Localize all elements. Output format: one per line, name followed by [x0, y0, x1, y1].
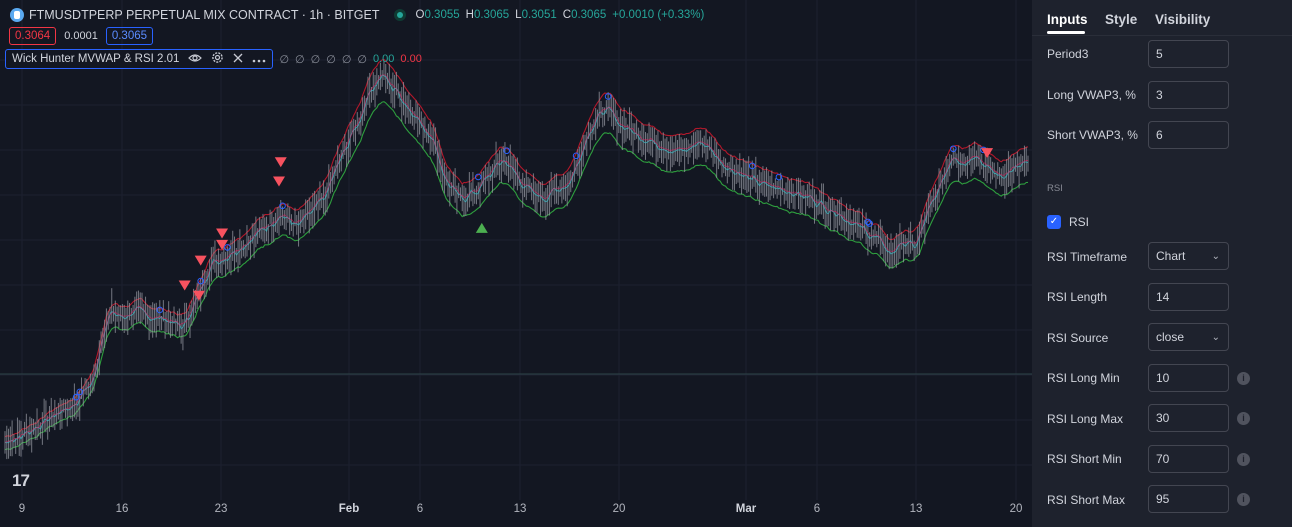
- rsi-length-label: RSI Length: [1047, 290, 1108, 304]
- long-vwap3-label: Long VWAP3, %: [1047, 88, 1136, 102]
- time-axis-label: 20: [612, 503, 626, 515]
- settings-gear-icon[interactable]: [211, 51, 224, 67]
- price-chart[interactable]: [0, 0, 1032, 500]
- tab-visibility[interactable]: Visibility: [1155, 12, 1210, 27]
- time-axis-label: 6: [813, 503, 821, 515]
- sell-signal-marker: [272, 176, 285, 187]
- empty-value: ∅: [341, 53, 352, 66]
- sell-signal-marker: [981, 148, 994, 159]
- time-axis-label: 13: [513, 503, 527, 515]
- symbol-header: FTMUSDTPERP PERPETUAL MIX CONTRACT · 1h …: [10, 6, 704, 24]
- indicator-legend: Wick Hunter MVWAP & RSI 2.01 ∅ ∅ ∅ ∅ ∅ ∅…: [5, 49, 422, 69]
- rsi-section-title: RSI: [1047, 183, 1063, 194]
- empty-value: ∅: [357, 53, 367, 66]
- info-icon[interactable]: i: [1237, 493, 1250, 506]
- rsi-short-min-input[interactable]: 70: [1148, 445, 1229, 473]
- rsi-short-min-label: RSI Short Min: [1047, 452, 1122, 466]
- sell-signal-marker: [194, 255, 207, 266]
- time-axis-label: 6: [416, 503, 424, 515]
- rsi-long-min-input[interactable]: 10: [1148, 364, 1229, 392]
- ohlc-open-value: 0.3055: [424, 9, 460, 21]
- symbol-logo-icon: [10, 8, 24, 22]
- period3-label: Period3: [1047, 47, 1089, 61]
- ohlc-close-key: C: [562, 9, 572, 21]
- indicator-value-green: 0.00: [373, 52, 395, 65]
- rsi-length-input[interactable]: 14: [1148, 283, 1229, 311]
- chevron-down-icon: ⌄: [1211, 331, 1220, 343]
- empty-value: ∅: [326, 53, 336, 66]
- market-status-icon[interactable]: [393, 9, 406, 21]
- eye-icon[interactable]: [188, 52, 203, 66]
- time-axis-label: 23: [214, 503, 228, 515]
- symbol-title[interactable]: FTMUSDTPERP PERPETUAL MIX CONTRACT · 1h …: [29, 8, 380, 22]
- rsi-long-max-input[interactable]: 30: [1148, 404, 1229, 432]
- ohlc-high-key: H: [465, 9, 474, 21]
- more-options-icon[interactable]: [252, 52, 266, 66]
- ohlc-low-value: 0.3051: [521, 9, 557, 21]
- rsi-source-select[interactable]: close ⌄: [1148, 323, 1229, 351]
- buy-price-button[interactable]: 0.3065: [105, 27, 154, 45]
- indicator-name[interactable]: Wick Hunter MVWAP & RSI 2.01: [12, 53, 179, 65]
- empty-value: ∅: [279, 53, 290, 66]
- tab-inputs[interactable]: Inputs: [1047, 12, 1088, 27]
- lower-band-line: [4, 101, 1029, 451]
- close-icon[interactable]: [233, 52, 243, 66]
- sell-signal-marker: [274, 157, 287, 168]
- time-axis-label: 13: [909, 503, 923, 515]
- indicator-value-red: 0.00: [400, 52, 422, 65]
- active-tab-indicator: [1047, 31, 1085, 34]
- info-icon[interactable]: i: [1237, 412, 1250, 425]
- time-axis[interactable]: 9 16 23 Feb 6 13 20 Mar 6 13 20: [0, 500, 1032, 520]
- rsi-source-label: RSI Source: [1047, 331, 1109, 345]
- ohlc-close-value: 0.3065: [571, 9, 607, 21]
- long-vwap3-input[interactable]: 3: [1148, 81, 1229, 109]
- sell-signal-marker: [192, 290, 205, 301]
- empty-value: ∅: [295, 53, 305, 66]
- price-change: +0.0010 (+0.33%): [612, 9, 705, 21]
- chevron-down-icon: ⌄: [1211, 250, 1220, 262]
- info-icon[interactable]: i: [1237, 453, 1250, 466]
- time-axis-label: Feb: [338, 503, 360, 515]
- time-axis-label: 20: [1009, 503, 1023, 515]
- settings-panel: Inputs Style Visibility Period3 5 Long V…: [1032, 0, 1292, 527]
- sell-signal-marker: [216, 228, 229, 239]
- vwap-teal-line: [4, 74, 1029, 444]
- time-axis-label: 9: [18, 503, 26, 515]
- time-axis-label: Mar: [735, 503, 757, 515]
- info-icon[interactable]: i: [1237, 372, 1250, 385]
- time-axis-label: 16: [115, 503, 129, 515]
- rsi-short-max-label: RSI Short Max: [1047, 493, 1126, 507]
- upper-band-line: [4, 58, 1029, 438]
- rsi-timeframe-label: RSI Timeframe: [1047, 250, 1128, 264]
- rsi-source-value: close: [1156, 330, 1185, 344]
- sell-signal-marker: [178, 280, 191, 291]
- quote-row: 0.3064 0.0001 0.3065: [9, 27, 154, 45]
- period3-input[interactable]: 5: [1148, 40, 1229, 68]
- rsi-timeframe-select[interactable]: Chart ⌄: [1148, 242, 1229, 270]
- short-vwap3-label: Short VWAP3, %: [1047, 128, 1138, 142]
- vwap-pink-line: [4, 74, 1029, 443]
- sell-price-button[interactable]: 0.3064: [9, 27, 57, 45]
- rsi-short-max-input[interactable]: 95: [1148, 485, 1229, 513]
- chart-area[interactable]: FTMUSDTPERP PERPETUAL MIX CONTRACT · 1h …: [0, 0, 1032, 527]
- rsi-checkbox[interactable]: ✓: [1047, 215, 1061, 229]
- ohlc-values: O0.3055 H0.3065 L0.3051 C0.3065 +0.0010 …: [416, 9, 705, 21]
- short-vwap3-input[interactable]: 6: [1148, 121, 1229, 149]
- spread-value: 0.0001: [64, 30, 98, 42]
- rsi-checkbox-label[interactable]: RSI: [1069, 215, 1089, 229]
- rsi-long-max-label: RSI Long Max: [1047, 412, 1124, 426]
- tradingview-logo-icon[interactable]: 17: [12, 471, 30, 491]
- rsi-long-min-label: RSI Long Min: [1047, 371, 1120, 385]
- indicator-pill[interactable]: Wick Hunter MVWAP & RSI 2.01: [5, 49, 274, 69]
- ohlc-high-value: 0.3065: [473, 9, 510, 21]
- settings-tabs: Inputs Style Visibility: [1032, 0, 1292, 36]
- indicator-values: ∅ ∅ ∅ ∅ ∅ ∅ 0.00 0.00: [279, 53, 421, 66]
- rsi-timeframe-value: Chart: [1156, 249, 1186, 263]
- empty-value: ∅: [310, 53, 321, 66]
- tab-style[interactable]: Style: [1105, 12, 1137, 27]
- buy-signal-marker: [475, 222, 488, 233]
